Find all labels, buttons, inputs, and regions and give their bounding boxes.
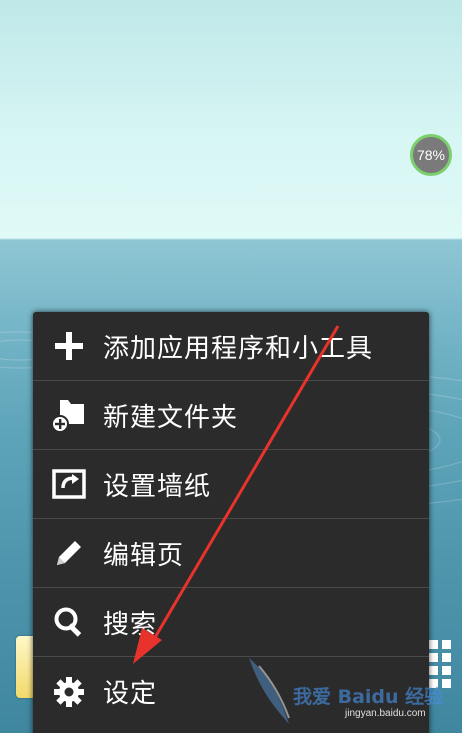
memory-usage-badge[interactable]: 78% (410, 134, 452, 176)
menu-item-settings[interactable]: 设定 (33, 657, 429, 726)
edit-pencil-icon (49, 533, 89, 573)
menu-item-label: 搜索 (103, 609, 158, 640)
home-screen: 78% 添加应用程序和小工具 新建文件夹 设置墙纸 编辑页 搜索 设定 我爱 B… (0, 0, 462, 733)
menu-item-label: 添加应用程序和小工具 (103, 333, 374, 364)
menu-item-new-folder[interactable]: 新建文件夹 (33, 381, 429, 450)
menu-item-label: 新建文件夹 (103, 402, 239, 433)
menu-item-label: 设置墙纸 (103, 471, 212, 502)
menu-item-label: 编辑页 (103, 540, 185, 571)
wallpaper-icon (49, 464, 89, 504)
menu-item-set-wallpaper[interactable]: 设置墙纸 (33, 450, 429, 519)
plus-icon (49, 326, 89, 366)
menu-item-edit-page[interactable]: 编辑页 (33, 519, 429, 588)
new-folder-icon (49, 395, 89, 435)
search-icon (49, 602, 89, 642)
menu-item-search[interactable]: 搜索 (33, 588, 429, 657)
menu-item-add-apps-widgets[interactable]: 添加应用程序和小工具 (33, 312, 429, 381)
app-drawer-grid-icon[interactable] (429, 640, 451, 688)
menu-item-label: 设定 (103, 679, 158, 709)
context-menu: 添加应用程序和小工具 新建文件夹 设置墙纸 编辑页 搜索 设定 (33, 312, 429, 733)
gear-icon (49, 672, 89, 712)
